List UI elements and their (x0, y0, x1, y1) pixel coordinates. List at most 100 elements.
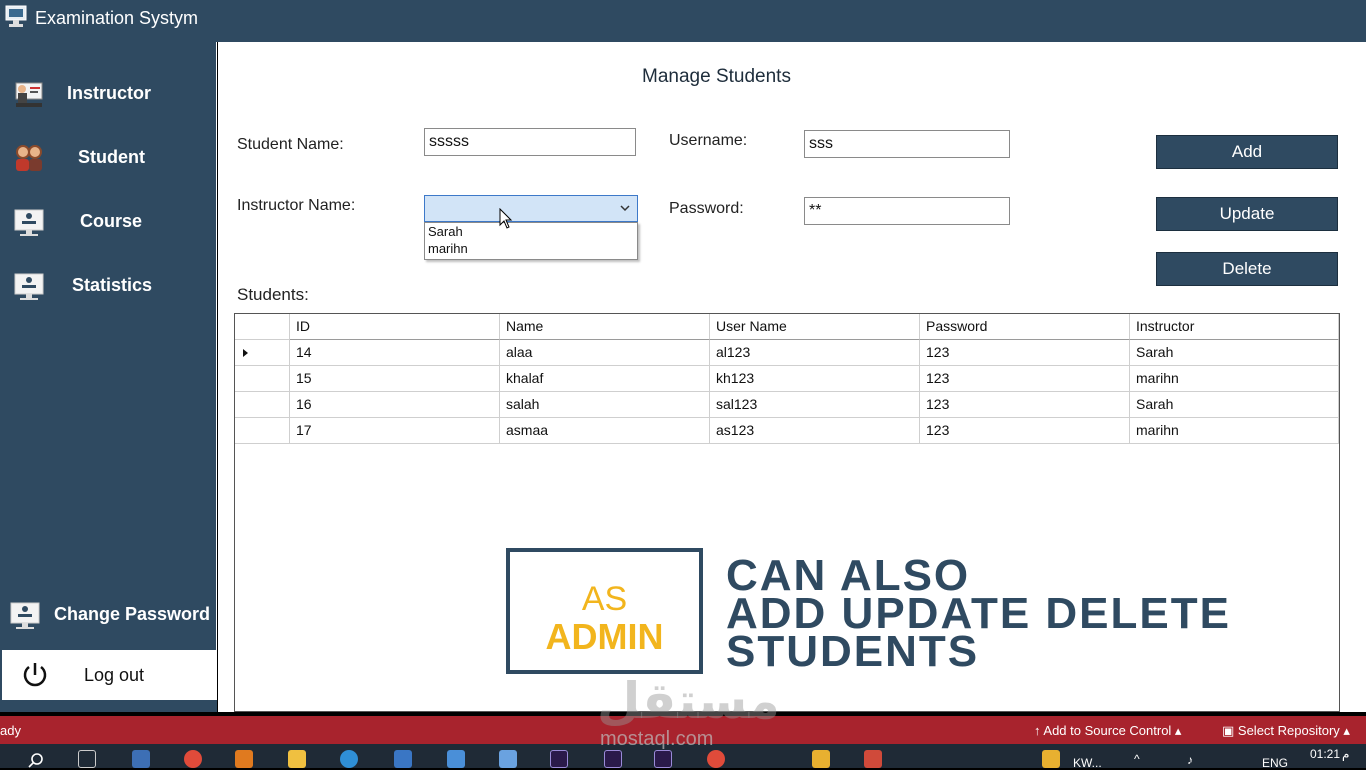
table-cell[interactable]: al123 (710, 340, 920, 366)
table-cell[interactable]: 123 (920, 340, 1130, 366)
sidebar-item-student[interactable]: Student (0, 133, 217, 183)
app-icon[interactable] (812, 750, 830, 768)
column-header-id[interactable]: ID (290, 314, 500, 340)
add-button[interactable]: Add (1156, 135, 1338, 169)
column-header-instructor[interactable]: Instructor (1130, 314, 1339, 340)
clock-ampm: م (1342, 747, 1350, 761)
sidebar-item-change-password[interactable]: Change Password (0, 590, 217, 640)
delete-button[interactable]: Delete (1156, 252, 1338, 286)
after-effects-icon[interactable] (550, 750, 568, 768)
table-cell[interactable]: 123 (920, 366, 1130, 392)
premiere-icon[interactable] (654, 750, 672, 768)
password-label: Password: (669, 200, 744, 217)
course-icon (14, 209, 44, 236)
premiere-icon[interactable] (604, 750, 622, 768)
clock-time[interactable]: 01:21 (1310, 747, 1340, 761)
sidebar-item-label: Statistics (72, 275, 153, 295)
repository-icon: ▣ (1222, 723, 1238, 738)
student-icon (16, 145, 42, 171)
badge-line-as: AS (581, 580, 628, 618)
students-label: Students: (237, 285, 309, 304)
watermark-arabic: مستقل (597, 673, 780, 729)
search-icon[interactable] (28, 752, 44, 768)
table-header: ID Name User Name Password Instructor (235, 314, 1339, 340)
sidebar-item-course[interactable]: Course (0, 197, 217, 247)
chrome-icon[interactable] (184, 750, 202, 768)
table-cell[interactable]: 14 (290, 340, 500, 366)
student-name-input[interactable] (424, 128, 636, 156)
mouse-cursor-icon (499, 208, 513, 229)
update-button[interactable]: Update (1156, 197, 1338, 231)
select-repository-button[interactable]: ▣ Select Repository ▴ (1222, 723, 1350, 739)
logout-button[interactable]: Log out (2, 650, 217, 700)
row-selector[interactable] (235, 418, 290, 444)
microphone-icon[interactable]: ♪ (1187, 753, 1193, 767)
chevron-up-icon[interactable]: ^ (1134, 752, 1140, 766)
table-cell[interactable]: as123 (710, 418, 920, 444)
power-icon (23, 663, 47, 687)
edge-icon[interactable] (340, 750, 358, 768)
sidebar-item-statistics[interactable]: Statistics (0, 261, 217, 311)
app-window: Examination Systym Instructor Student Co… (0, 0, 1366, 770)
student-name-label: Student Name: (237, 136, 344, 153)
visual-studio-icon[interactable] (864, 750, 882, 768)
table-row[interactable]: 16 salah sal123 123 Sarah (235, 392, 1339, 418)
row-header-corner (235, 314, 290, 340)
badge-line-admin: ADMIN (545, 616, 664, 657)
sidebar-item-label: Course (80, 211, 143, 231)
row-selector[interactable] (235, 366, 290, 392)
table-cell[interactable]: kh123 (710, 366, 920, 392)
page-title: Manage Students (642, 66, 791, 87)
table-cell[interactable]: asmaa (500, 418, 710, 444)
source-control-label: Add to Source Control (1043, 723, 1172, 738)
instructor-select[interactable] (424, 195, 638, 222)
instructor-icon (15, 82, 43, 107)
table-cell[interactable]: khalaf (500, 366, 710, 392)
logout-label: Log out (84, 665, 145, 685)
table-cell[interactable]: salah (500, 392, 710, 418)
sidebar-item-label: Student (78, 147, 145, 167)
app-icon (5, 5, 27, 27)
sidebar: Instructor Student Course Statistics Cha… (0, 42, 217, 712)
column-header-username[interactable]: User Name (710, 314, 920, 340)
username-input[interactable] (804, 130, 1010, 158)
column-header-password[interactable]: Password (920, 314, 1130, 340)
table-cell[interactable]: 15 (290, 366, 500, 392)
main-panel: Manage Students Student Name: Username: … (218, 42, 1366, 712)
chrome-icon[interactable] (707, 750, 725, 768)
table-row[interactable]: 15 khalaf kh123 123 marihn (235, 366, 1339, 392)
instructor-dropdown-list: Sarah marihn (424, 222, 638, 260)
column-header-name[interactable]: Name (500, 314, 710, 340)
table-row[interactable]: 17 asmaa as123 123 marihn (235, 418, 1339, 444)
firefox-icon[interactable] (235, 750, 253, 768)
table-cell[interactable]: marihn (1130, 366, 1339, 392)
window-title: Examination Systym (35, 8, 199, 28)
calculator-icon[interactable] (132, 750, 150, 768)
password-input[interactable] (804, 197, 1010, 225)
table-cell[interactable]: Sarah (1130, 392, 1339, 418)
sidebar-item-instructor[interactable]: Instructor (0, 69, 217, 119)
table-cell[interactable]: 123 (920, 418, 1130, 444)
instructor-name-label: Instructor Name: (237, 197, 356, 214)
dropdown-option-marihn[interactable]: marihn (425, 240, 637, 257)
task-view-icon[interactable] (78, 750, 96, 768)
table-cell[interactable]: alaa (500, 340, 710, 366)
dropdown-option-sarah[interactable]: Sarah (425, 223, 637, 240)
table-cell[interactable]: Sarah (1130, 340, 1339, 366)
row-selector[interactable] (235, 340, 290, 366)
store-icon[interactable] (394, 750, 412, 768)
file-explorer-icon[interactable] (288, 750, 306, 768)
app-icon[interactable] (1042, 750, 1060, 768)
table-cell[interactable]: 16 (290, 392, 500, 418)
change-password-icon (10, 602, 40, 629)
table-cell[interactable]: 17 (290, 418, 500, 444)
table-row[interactable]: 14 alaa al123 123 Sarah (235, 340, 1339, 366)
mail-icon[interactable] (447, 750, 465, 768)
table-cell[interactable]: sal123 (710, 392, 920, 418)
table-cell[interactable]: marihn (1130, 418, 1339, 444)
app-icon[interactable] (499, 750, 517, 768)
sidebar-footer (0, 700, 217, 712)
row-selector[interactable] (235, 392, 290, 418)
table-cell[interactable]: 123 (920, 392, 1130, 418)
add-to-source-control-button[interactable]: ↑ Add to Source Control ▴ (1034, 723, 1181, 739)
